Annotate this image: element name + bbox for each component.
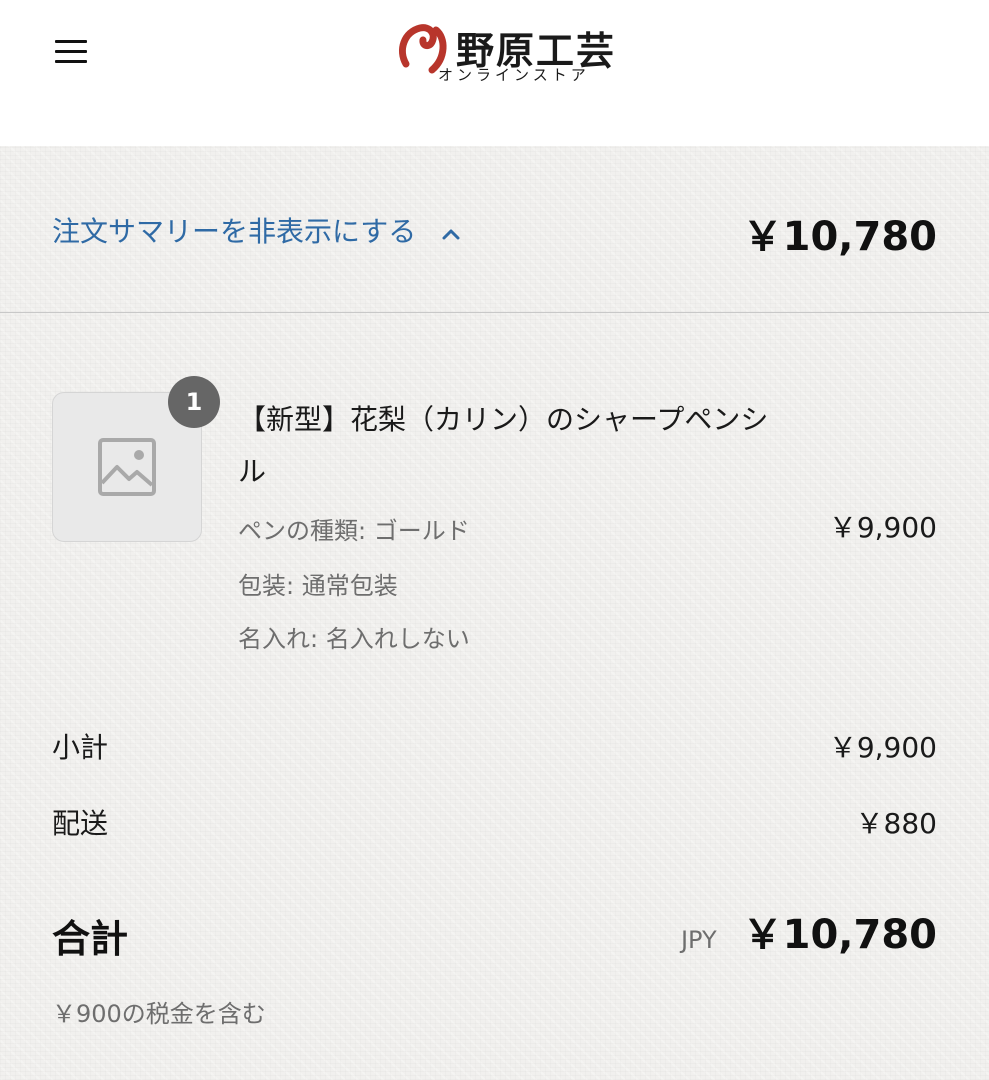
order-summary: 注文サマリーを非表示にする ￥10,780 1 【新型】花梨（カリン）のシャープ… <box>0 146 989 1080</box>
quantity-badge: 1 <box>168 376 220 428</box>
hide-summary-label: 注文サマリーを非表示にする <box>52 215 417 248</box>
chevron-up-icon <box>442 229 460 240</box>
product-price: ￥9,900 <box>828 511 937 544</box>
site-header: 野原工芸 オンラインストア <box>0 0 989 146</box>
subtotal-value: ￥9,900 <box>828 731 937 764</box>
option-wrapping: 包装: 通常包装 <box>238 572 398 600</box>
option-pen-type: ペンの種類: ゴールド <box>238 517 470 545</box>
total-value: ￥10,780 <box>742 912 937 958</box>
subtotal-label: 小計 <box>52 731 109 764</box>
total-label: 合計 <box>52 917 129 961</box>
product-title: 【新型】花梨（カリン）のシャープペンシル <box>238 403 769 488</box>
hide-summary-toggle[interactable]: 注文サマリーを非表示にする <box>52 210 462 250</box>
shipping-value: ￥880 <box>855 807 937 840</box>
store-logo[interactable]: 野原工芸 オンラインストア <box>396 18 636 88</box>
tax-note: ￥900の税金を含む <box>52 1000 266 1028</box>
logo-subtitle: オンラインストア <box>438 66 590 84</box>
shipping-label: 配送 <box>52 807 109 840</box>
currency-code: JPY <box>680 926 717 954</box>
total-amount: JPY ￥10,780 <box>681 902 937 960</box>
summary-toggle-bar: 注文サマリーを非表示にする ￥10,780 <box>0 146 989 313</box>
option-engraving: 名入れ: 名入れしない <box>238 625 470 653</box>
hamburger-menu-icon[interactable] <box>52 34 92 70</box>
line-item: 1 【新型】花梨（カリン）のシャープペンシル ペンの種類: ゴールド 包装: 通… <box>0 376 989 666</box>
summary-total: ￥10,780 <box>742 214 937 260</box>
image-placeholder-icon <box>98 438 156 496</box>
